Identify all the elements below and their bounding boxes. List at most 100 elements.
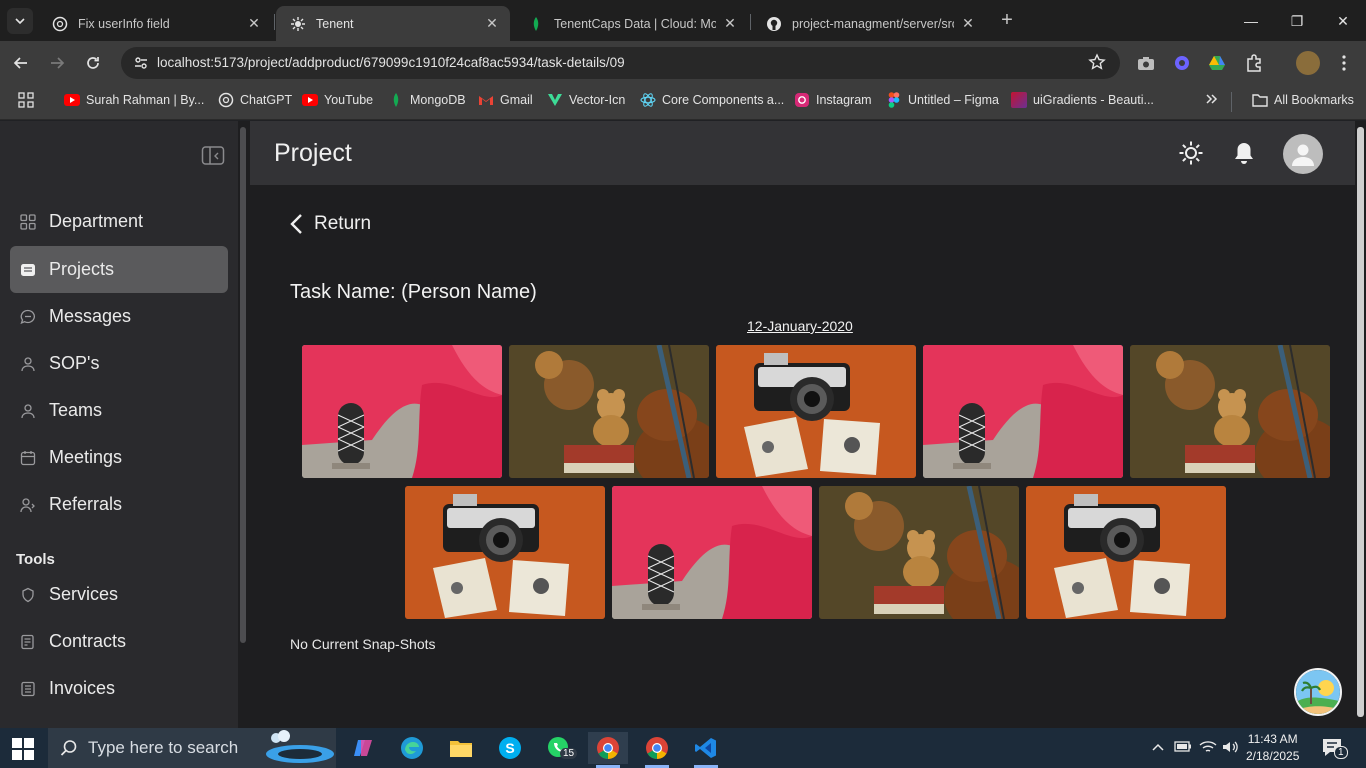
browser-tab-active[interactable]: Tenent ✕ [276,6,510,41]
arrow-left-icon [13,57,27,69]
snapshot-thumbnail-ivy-window[interactable] [923,345,1123,478]
chrome-profile-icon[interactable] [637,732,677,768]
site-info-icon[interactable] [133,55,149,76]
sidebar-item-department[interactable]: Department [10,198,228,245]
chrome-icon[interactable] [588,732,628,768]
sidebar-item-meetings[interactable]: Meetings [10,434,228,481]
back-button[interactable] [8,50,34,76]
profile-avatar-icon[interactable] [1296,51,1320,75]
skype-icon[interactable]: S [490,732,530,764]
wifi-icon[interactable] [1199,740,1217,757]
system-clock[interactable]: 11:43 AM 2/18/2025 [1246,731,1299,765]
bell-icon[interactable] [1230,139,1258,167]
whatsapp-icon[interactable]: 15 [539,732,579,764]
kebab-menu-icon[interactable] [1334,53,1354,73]
forward-button[interactable] [44,50,70,76]
vscode-icon[interactable] [686,732,726,768]
snapshot-thumbnail-violin-teddy[interactable] [509,345,709,478]
sidebar-scrollbar[interactable] [238,121,250,728]
bookmark-star-icon[interactable] [1088,53,1106,76]
sidebar-item-label: Teams [49,400,103,420]
tab-separator [750,14,751,30]
gear-extension-icon[interactable] [1172,53,1192,73]
snapshot-thumbnail-ivy-window[interactable] [302,345,502,478]
browser-tab[interactable]: Fix userInfo field ✕ [38,6,272,41]
snapshot-thumbnail-violin-teddy[interactable] [819,486,1019,619]
edge-icon[interactable] [392,732,432,764]
bookmark-item[interactable]: uiGradients - Beauti... [1011,92,1154,108]
bookmark-item[interactable]: Surah Rahman | By... [64,92,204,108]
bookmark-item[interactable]: MongoDB [388,92,466,108]
bookmark-item[interactable]: Gmail [478,92,533,108]
sidebar-item-services[interactable]: Services [10,571,228,618]
github-icon [766,16,782,32]
snapshot-thumbnail-violin-teddy[interactable] [1130,345,1330,478]
bookmark-item[interactable]: Instagram [794,92,872,108]
sidebar-item-label: Contracts [49,631,127,651]
tab-search-button[interactable] [7,8,33,34]
mongodb-icon [388,92,404,108]
user-avatar[interactable] [1283,134,1323,174]
windows-start-icon[interactable] [12,738,34,765]
return-button[interactable]: Return [290,213,371,235]
grid-icon [18,212,38,232]
minimize-button[interactable]: — [1228,8,1274,34]
more-bookmarks-icon[interactable] [1204,92,1218,106]
tab-title: TenentCaps Data | Cloud: Mong [554,16,716,31]
volume-icon[interactable] [1222,740,1240,757]
copilot-icon[interactable] [343,732,383,764]
close-tab-icon[interactable]: ✕ [722,15,738,32]
sidebar-item-contracts[interactable]: Contracts [10,618,228,665]
chevron-up-icon[interactable] [1152,740,1164,755]
reload-button[interactable] [80,50,106,76]
sidebar-item-teams[interactable]: Teams [10,387,228,434]
sidebar-item-invoices[interactable]: Invoices [10,665,228,712]
file-explorer-icon[interactable] [441,732,481,764]
camera-extension-icon[interactable] [1136,53,1156,73]
sidebar-collapse-icon[interactable] [201,145,225,167]
clock-date: 2/18/2025 [1246,749,1300,763]
page-scroll-thumb[interactable] [1357,127,1364,717]
restore-button[interactable]: ❐ [1274,8,1320,34]
sidebar-item-projects[interactable]: Projects [10,246,228,293]
close-tab-icon[interactable]: ✕ [246,15,262,32]
tools-section-title: Tools [16,551,55,568]
snapshot-date[interactable]: 12-January-2020 [747,318,853,334]
snapshot-thumbnail-camera-photos[interactable] [405,486,605,619]
bookmark-item[interactable]: YouTube [302,92,373,108]
new-tab-button[interactable]: + [996,10,1018,32]
snapshot-thumbnail-camera-photos[interactable] [716,345,916,478]
browser-tab[interactable]: project-managment/server/src/ ✕ [752,6,986,41]
calendar-icon [18,448,38,468]
bookmark-item[interactable]: Core Components a... [640,92,784,108]
sidebar-item-sops[interactable]: SOP's [10,340,228,387]
address-bar[interactable]: localhost:5173/project/addproduct/679099… [121,47,1120,79]
notification-center-icon[interactable]: 1 [1322,738,1348,761]
drive-extension-icon[interactable] [1207,53,1227,73]
apps-grid-icon[interactable] [18,92,34,108]
sidebar-scroll-thumb[interactable] [240,127,246,643]
assistant-bubble[interactable] [1294,668,1342,716]
sidebar-item-messages[interactable]: Messages [10,293,228,340]
close-window-button[interactable]: ✕ [1320,8,1366,34]
sidebar-item-referrals[interactable]: Referrals [10,481,228,528]
close-tab-icon[interactable]: ✕ [484,15,500,32]
snapshot-thumbnail-camera-photos[interactable] [1026,486,1226,619]
browser-tab[interactable]: TenentCaps Data | Cloud: Mong ✕ [514,6,748,41]
all-bookmarks-button[interactable]: All Bookmarks [1252,92,1354,108]
close-tab-icon[interactable]: ✕ [960,15,976,32]
taskbar-search-placeholder: Type here to search [88,738,239,757]
snapshot-thumbnail-ivy-window[interactable] [612,486,812,619]
bookmark-item[interactable]: Vector-Icn [547,92,625,108]
folder-icon [18,260,38,280]
puzzle-extension-icon[interactable] [1244,53,1264,73]
bookmark-item[interactable]: Untitled – Figma [886,92,999,108]
bookmark-item[interactable]: ChatGPT [218,92,292,108]
taskbar-search-input[interactable]: Type here to search [48,728,336,768]
person-icon [18,401,38,421]
reload-icon [87,57,99,69]
battery-icon[interactable] [1174,740,1192,755]
page-scrollbar[interactable] [1355,121,1366,728]
instagram-icon [794,92,810,108]
theme-toggle-icon[interactable] [1177,139,1205,167]
